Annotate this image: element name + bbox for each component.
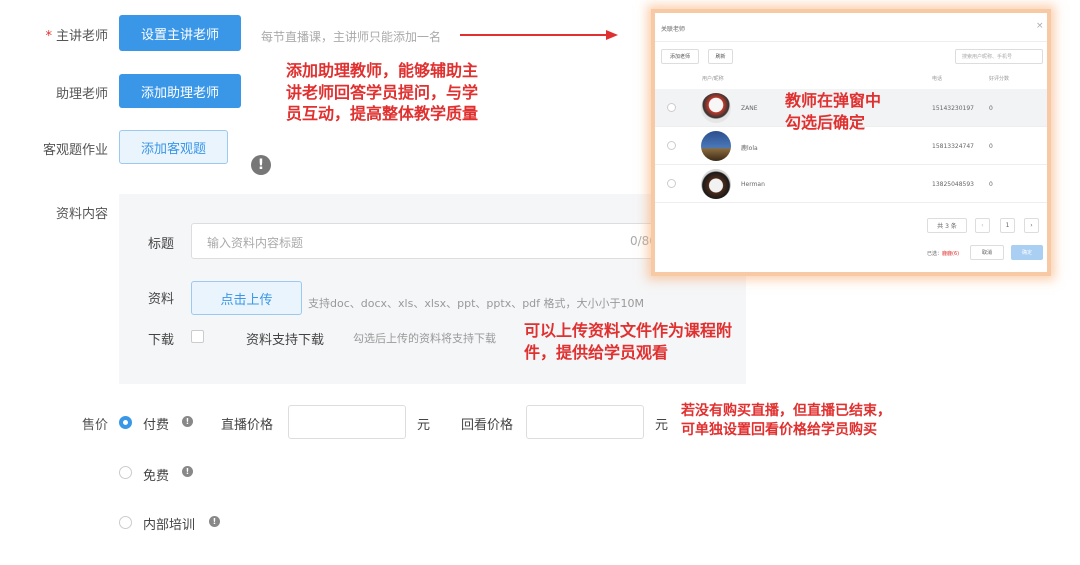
pager-next-icon[interactable]: › bbox=[1024, 218, 1039, 233]
price-free-label: 免费 bbox=[143, 469, 170, 484]
row-score: 0 bbox=[989, 105, 993, 112]
material-annotation: 可以上传资料文件作为课程附 件，提供给学员观看 bbox=[524, 320, 732, 363]
material-annotation-line1: 可以上传资料文件作为课程附 bbox=[524, 321, 733, 340]
price-free-radio[interactable] bbox=[119, 466, 132, 479]
assistant-annotation-line2: 讲老师回答学员提问，与学 bbox=[286, 82, 479, 102]
assistant-annotation-line1: 添加助理教师，能够辅助主 bbox=[286, 61, 479, 80]
material-title-placeholder: 输入资料内容标题 bbox=[207, 236, 304, 250]
selected-prefix: 已选： bbox=[927, 251, 943, 257]
main-teacher-label: * 主讲老师 bbox=[18, 25, 108, 44]
internal-info-icon: ! bbox=[209, 516, 220, 527]
main-teacher-hint: 每节直播课，主讲师只能添加一名 bbox=[261, 30, 442, 44]
pager-page[interactable]: 1 bbox=[1000, 218, 1015, 233]
pager-prev-icon[interactable]: ‹ bbox=[975, 218, 990, 233]
price-annotation-line2: 可单独设置回看价格给学员购买 bbox=[681, 421, 877, 438]
selected-value: 鹿鹿(6) bbox=[942, 251, 960, 257]
price-label: 售价 bbox=[81, 418, 108, 433]
replay-price-unit: 元 bbox=[655, 418, 669, 433]
add-objective-button[interactable]: 添加客观题 bbox=[119, 130, 228, 164]
related-teacher-modal: 关联老师 × 添加老师 刷新 搜索用户昵称、手机号 用户/昵称 电话 好评分数 … bbox=[651, 9, 1051, 276]
upload-button[interactable]: 点击上传 bbox=[191, 281, 302, 315]
modal-annotation: 教师在弹窗中 勾选后确定 bbox=[785, 90, 881, 133]
row-phone: 15813324747 bbox=[932, 143, 974, 150]
selected-summary: 已选：鹿鹿(6) bbox=[927, 250, 959, 257]
row-score: 0 bbox=[989, 143, 993, 150]
assistant-annotation-line3: 员互动，提高整体教学质量 bbox=[286, 104, 479, 124]
row-score: 0 bbox=[989, 181, 993, 188]
row-name: 鹿lola bbox=[741, 145, 758, 152]
modal-close-icon[interactable]: × bbox=[1036, 21, 1044, 31]
col-user: 用户/昵称 bbox=[702, 76, 724, 82]
modal-refresh-button[interactable]: 刷新 bbox=[708, 49, 733, 64]
material-title-label: 标题 bbox=[148, 237, 175, 252]
live-price-unit: 元 bbox=[417, 418, 431, 433]
material-label: 资料内容 bbox=[55, 207, 108, 222]
main-teacher-label-text: 主讲老师 bbox=[55, 29, 108, 44]
material-file-label: 资料 bbox=[148, 292, 175, 307]
modal-confirm-button[interactable]: 确定 bbox=[1011, 245, 1043, 260]
assistant-annotation: 添加助理教师，能够辅助主 讲老师回答学员提问，与学 员互动，提高整体教学质量 bbox=[286, 60, 478, 125]
col-score: 好评分数 bbox=[989, 76, 1010, 82]
modal-search-input[interactable]: 搜索用户昵称、手机号 bbox=[955, 49, 1043, 64]
assistant-label: 助理老师 bbox=[55, 87, 108, 102]
row-name: Herman bbox=[741, 181, 765, 188]
objective-label: 客观题作业 bbox=[42, 143, 108, 158]
col-phone: 电话 bbox=[932, 76, 943, 82]
download-checkbox[interactable] bbox=[191, 330, 204, 343]
price-annotation-line1: 若没有购买直播，但直播已结束， bbox=[681, 403, 891, 419]
modal-add-button[interactable]: 添加老师 bbox=[661, 49, 699, 64]
modal-annotation-line1: 教师在弹窗中 bbox=[785, 91, 882, 110]
price-internal-radio[interactable] bbox=[119, 516, 132, 529]
row-select-radio[interactable] bbox=[667, 141, 676, 150]
set-main-teacher-button[interactable]: 设置主讲老师 bbox=[119, 15, 241, 51]
modal-title: 关联老师 bbox=[661, 26, 686, 33]
price-paid-label: 付费 bbox=[143, 418, 170, 433]
replay-price-label: 回看价格 bbox=[461, 418, 514, 433]
table-row[interactable]: Herman 13825048593 0 bbox=[655, 165, 1047, 203]
row-name: ZANE bbox=[741, 105, 758, 112]
modal-search-placeholder: 搜索用户昵称、手机号 bbox=[962, 54, 1013, 60]
row-select-radio[interactable] bbox=[667, 103, 676, 112]
avatar bbox=[701, 131, 731, 161]
row-phone: 13825048593 bbox=[932, 181, 974, 188]
download-option-label: 资料支持下载 bbox=[246, 333, 325, 348]
add-assistant-button[interactable]: 添加助理老师 bbox=[119, 74, 241, 108]
paid-info-icon: ! bbox=[182, 416, 193, 427]
price-internal-label: 内部培训 bbox=[143, 518, 196, 533]
required-mark: * bbox=[45, 29, 52, 44]
modal-annotation-line2: 勾选后确定 bbox=[785, 112, 866, 132]
avatar bbox=[701, 169, 731, 199]
live-price-label: 直播价格 bbox=[221, 418, 274, 433]
free-info-icon: ! bbox=[182, 466, 193, 477]
modal-cancel-button[interactable]: 取消 bbox=[970, 245, 1004, 260]
row-phone: 15143230197 bbox=[932, 105, 974, 112]
download-label: 下载 bbox=[148, 333, 175, 348]
price-annotation: 若没有购买直播，但直播已结束， 可单独设置回看价格给学员购买 bbox=[681, 402, 891, 440]
live-price-input[interactable] bbox=[288, 405, 406, 439]
material-annotation-line2: 件，提供给学员观看 bbox=[524, 342, 669, 362]
modal-divider bbox=[655, 41, 1047, 42]
price-paid-radio[interactable] bbox=[119, 416, 132, 429]
download-hint: 勾选后上传的资料将支持下载 bbox=[353, 332, 496, 345]
arrow-to-modal bbox=[460, 30, 618, 40]
upload-hint: 支持doc、docx、xls、xlsx、ppt、pptx、pdf 格式，大小小于… bbox=[308, 297, 645, 310]
replay-price-input[interactable] bbox=[526, 405, 644, 439]
avatar bbox=[701, 93, 731, 123]
material-title-input[interactable]: 输入资料内容标题 0/80 bbox=[191, 223, 691, 259]
info-icon: ! bbox=[251, 155, 271, 175]
row-select-radio[interactable] bbox=[667, 179, 676, 188]
pager-total: 共 3 条 bbox=[927, 218, 967, 233]
